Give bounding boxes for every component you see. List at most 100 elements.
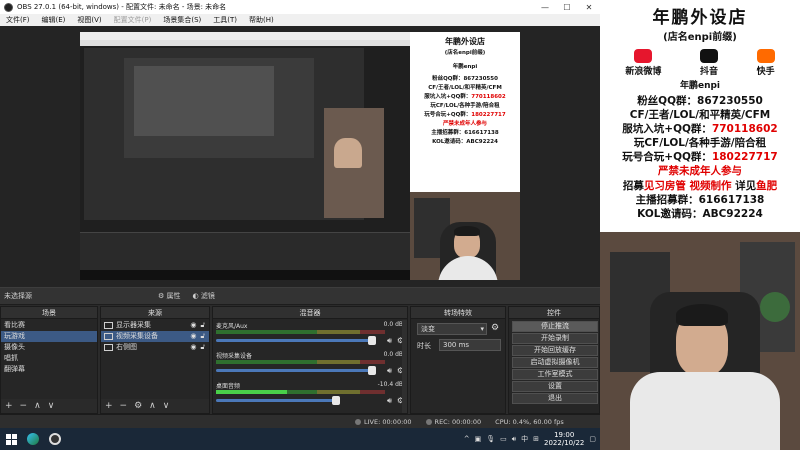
mixer-scrollbar[interactable]: [402, 320, 407, 413]
source-item[interactable]: 视频采集设备 ◉ 🔓︎: [101, 331, 209, 342]
stop-streaming-button[interactable]: 停止推流: [512, 321, 598, 332]
plant: [760, 292, 790, 322]
meter-red: [359, 330, 385, 334]
scenes-toolbar: + − ∧ ∨: [1, 399, 97, 413]
remove-scene-button[interactable]: −: [20, 401, 28, 411]
menu-scene-collection[interactable]: 场景集合(S): [157, 15, 207, 25]
remove-source-button[interactable]: −: [120, 401, 128, 411]
mixer-channel: 桌面音频 -10.4 dB 🔊︎ ⚙: [213, 380, 407, 410]
eye-icon[interactable]: ◉: [190, 342, 196, 353]
move-down-icon[interactable]: ∨: [163, 401, 170, 411]
channel-db: 0.0 dB: [383, 351, 403, 358]
line3-value: 770118602: [711, 123, 778, 135]
clock[interactable]: 19:00 2022/10/22: [544, 431, 584, 447]
preview-canvas[interactable]: 年鹏外设店 (店名enpi前缀) 年鹏enpi 粉丝QQ群：867230550 …: [80, 32, 520, 280]
add-scene-button[interactable]: +: [5, 401, 13, 411]
kuaishou-label: 快手: [756, 67, 775, 77]
douyin-icon: [699, 49, 718, 63]
duration-input[interactable]: 300 ms: [439, 339, 501, 351]
scene-item[interactable]: 摄像头: [1, 342, 97, 353]
recruit-3: 视频制作: [689, 180, 732, 192]
grid-icon[interactable]: ⊞: [533, 435, 539, 443]
kuaishou-icon: [756, 49, 775, 63]
edge-icon[interactable]: [22, 428, 44, 450]
slider-handle[interactable]: [368, 336, 376, 345]
banner-kol-code: KOL邀请码：ABC92224: [637, 208, 763, 220]
maximize-icon[interactable]: ☐: [556, 3, 578, 12]
nested-title: [80, 32, 410, 40]
scene-item[interactable]: 唱抓: [1, 353, 97, 364]
system-tray: ^ ▣ 🎙︎ ▭ 🔊︎ 中 ⊞ 19:00 2022/10/22 ▢: [464, 431, 600, 447]
minimize-icon[interactable]: —: [534, 3, 556, 12]
menu-tools[interactable]: 工具(T): [207, 15, 243, 25]
source-item[interactable]: 显示器采集 ◉ 🔓︎: [101, 320, 209, 331]
gear-icon[interactable]: ⚙: [134, 401, 142, 411]
nested-screen-inner: [124, 58, 314, 158]
kuaishou: 快手: [756, 49, 775, 77]
menu-edit[interactable]: 编辑(E): [36, 15, 72, 25]
properties-button[interactable]: ⚙ 属性: [152, 291, 187, 301]
start-virtual-camera-button[interactable]: 启动虚拟摄像机: [512, 357, 598, 368]
filters-button[interactable]: ◐ 滤镜: [187, 291, 221, 301]
nested-taskbar: [80, 270, 410, 280]
exit-button[interactable]: 退出: [512, 393, 598, 404]
lock-icon[interactable]: 🔓︎: [200, 331, 205, 342]
menu-file[interactable]: 文件(F): [0, 15, 36, 25]
microphone-icon[interactable]: 🎙︎: [486, 435, 495, 443]
banner-subtitle: (店名enpi前缀): [663, 32, 737, 43]
meter-level: [216, 390, 287, 394]
meter-red: [359, 390, 385, 394]
source-item[interactable]: 右侧图 ◉ 🔓︎: [101, 342, 209, 353]
start-button[interactable]: [0, 428, 22, 450]
chevron-up-icon[interactable]: ^: [464, 435, 470, 443]
transition-select[interactable]: 淡变: [417, 323, 487, 335]
add-source-button[interactable]: +: [105, 401, 113, 411]
folder-icon[interactable]: ▣: [475, 435, 482, 443]
menu-view[interactable]: 视图(V): [71, 15, 107, 25]
eye-icon[interactable]: ◉: [190, 320, 196, 331]
webcam-feed: [600, 232, 800, 450]
slider-handle[interactable]: [332, 396, 340, 405]
lock-icon[interactable]: 🔓︎: [200, 320, 205, 331]
nested-menu: [80, 40, 410, 46]
menu-help[interactable]: 帮助(H): [243, 15, 280, 25]
lock-icon[interactable]: 🔓︎: [200, 342, 205, 353]
volume-slider[interactable]: [216, 366, 376, 375]
scenes-title: 场景: [1, 307, 97, 319]
speaker-icon[interactable]: 🔊︎: [387, 366, 392, 376]
network-icon[interactable]: ▭: [500, 435, 507, 443]
slider-handle[interactable]: [368, 366, 376, 375]
obs-taskbar-icon[interactable]: [44, 428, 66, 450]
meter-red: [359, 360, 385, 364]
speaker-icon[interactable]: 🔊︎: [387, 396, 392, 406]
start-replay-buffer-button[interactable]: 开始回放缓存: [512, 345, 598, 356]
start-recording-button[interactable]: 开始录制: [512, 333, 598, 344]
studio-mode-button[interactable]: 工作室模式: [512, 369, 598, 380]
scene-item[interactable]: 翻弹幕: [1, 364, 97, 375]
menu-profile[interactable]: 配置文件(P): [108, 15, 158, 25]
person-hair: [676, 304, 728, 326]
scene-item[interactable]: 看比赛: [1, 320, 97, 331]
speaker-icon[interactable]: 🔊︎: [387, 336, 392, 346]
nested-qq-label: 粉丝QQ群：: [432, 76, 464, 82]
close-icon[interactable]: ✕: [578, 3, 600, 12]
scene-item[interactable]: 玩游戏: [1, 331, 97, 342]
weibo-label: 新浪微博: [625, 67, 662, 77]
nested-banner-line6: 严禁未成年人参与: [442, 121, 487, 127]
ime-indicator[interactable]: 中: [521, 434, 528, 444]
nested-banner-line4: 玩CF/LOL/各种手游/陪合租: [430, 103, 500, 109]
move-up-icon[interactable]: ∧: [149, 401, 156, 411]
volume-slider[interactable]: [216, 396, 340, 405]
title-bar: OBS 27.0.1 (64-bit, windows) - 配置文件: 未命名…: [0, 0, 600, 14]
gear-icon[interactable]: ⚙: [491, 323, 499, 333]
live-status: LIVE: 00:00:00: [355, 418, 412, 426]
volume-icon[interactable]: 🔊︎: [512, 435, 516, 444]
eye-icon[interactable]: ◉: [190, 331, 196, 342]
move-down-icon[interactable]: ∨: [48, 401, 55, 411]
volume-slider[interactable]: [216, 336, 376, 345]
window-title: OBS 27.0.1 (64-bit, windows) - 配置文件: 未命名…: [17, 3, 227, 11]
notification-icon[interactable]: ▢: [589, 435, 596, 443]
move-up-icon[interactable]: ∧: [34, 401, 41, 411]
settings-button[interactable]: 设置: [512, 381, 598, 392]
preview-area[interactable]: 年鹏外设店 (店名enpi前缀) 年鹏enpi 粉丝QQ群：867230550 …: [0, 26, 600, 287]
